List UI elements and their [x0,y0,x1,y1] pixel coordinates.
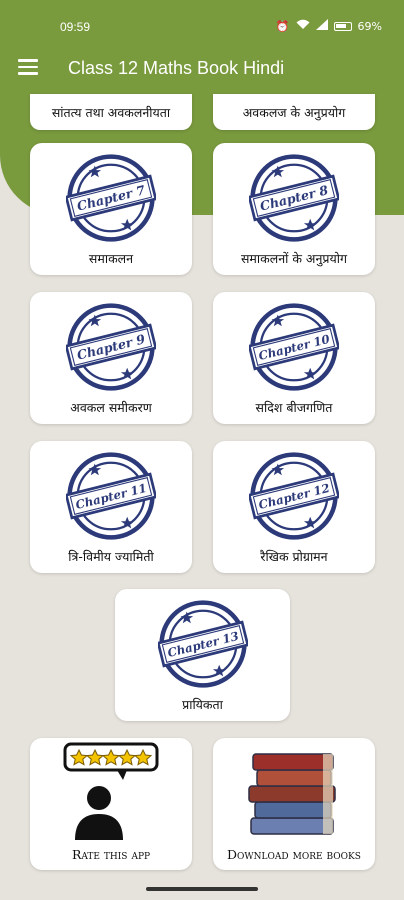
gesture-nav-bar[interactable] [146,887,258,891]
chapter-card[interactable]: Chapter 12 रैखिक प्रोग्रामन [213,441,375,573]
chapter-card[interactable]: Chapter 9 अवकल समीकरण [30,292,192,424]
download-books-card[interactable]: Download more books [213,738,375,870]
chapter-stamp-icon: Chapter 13 [157,600,248,688]
chapter-card[interactable]: Chapter 7 समाकलन [30,143,192,275]
chapter-label: समाकलन [88,251,134,266]
alarm-icon: ⏰ [275,19,290,33]
chapter-label: रैखिक प्रोग्रामन [260,549,328,564]
app-title: Class 12 Maths Book Hindi [68,58,285,78]
chapter-label: समाकलनों के अनुप्रयोग [240,251,348,266]
status-icons: ⏰ 69% [276,19,382,33]
chapter-stamp-icon: Chapter 8 [249,154,339,242]
chapter-label: अवकलज के अनुप्रयोग [242,105,346,120]
chapter-stamp-icon: Chapter 11 [66,452,156,540]
chapter-stamp-icon: Chapter 10 [249,303,339,391]
chapter-card-derivative-applications[interactable]: अवकलज के अनुप्रयोग [213,94,375,130]
download-books-label: Download more books [227,847,361,862]
chapter-label: अवकल समीकरण [70,400,152,415]
wifi-icon [296,19,310,33]
chapter-label: सदिश बीजगणित [255,400,333,415]
signal-icon [315,19,328,33]
rate-app-label: Rate this app [71,847,151,862]
chapter-label: प्रायिकता [182,697,223,712]
menu-icon[interactable] [18,59,38,75]
chapter-label: सांतत्य तथा अवकलनीयता [51,105,171,120]
rating-person-icon [63,742,159,840]
chapter-card[interactable]: Chapter 8 समाकलनों के अनुप्रयोग [213,143,375,275]
chapter-stamp-icon: Chapter 12 [249,452,339,540]
books-stack-icon [248,753,336,835]
chapter-card-continuity[interactable]: सांतत्य तथा अवकलनीयता [30,94,192,130]
battery-percent: 69% [357,19,382,33]
status-time: 09:59 [60,20,91,34]
chapter-card[interactable]: Chapter 13 प्रायिकता [115,589,290,721]
chapter-card[interactable]: Chapter 10 सदिश बीजगणित [213,292,375,424]
chapter-label: त्रि-विमीय ज्यामिती [68,549,154,564]
battery-icon [333,21,352,31]
chapter-card[interactable]: Chapter 11 त्रि-विमीय ज्यामिती [30,441,192,573]
rate-app-card[interactable]: Rate this app [30,738,192,870]
chapter-stamp-icon: Chapter 7 [66,154,156,242]
status-bar: 09:59 ⏰ 69% [0,0,404,42]
app-bar: Class 12 Maths Book Hindi [0,46,404,92]
chapter-stamp-icon: Chapter 9 [66,303,156,391]
